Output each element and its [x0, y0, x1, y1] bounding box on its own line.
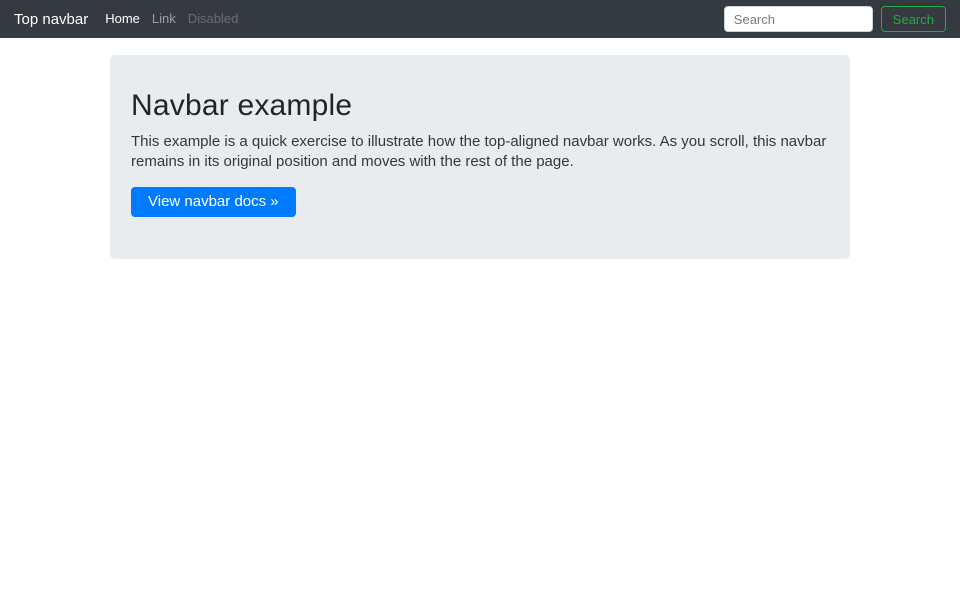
navbar-links: Home Link Disabled	[99, 10, 244, 28]
nav-link-link[interactable]: Link	[146, 11, 182, 26]
main-container: Navbar example This example is a quick e…	[110, 55, 850, 259]
navbar-brand[interactable]: Top navbar	[14, 11, 88, 28]
nav-link-disabled: Disabled	[187, 11, 239, 26]
search-button[interactable]: Search	[880, 6, 946, 32]
jumbotron: Navbar example This example is a quick e…	[110, 55, 850, 259]
top-navbar: Top navbar Home Link Disabled Search	[0, 0, 960, 38]
page-title: Navbar example	[131, 89, 353, 122]
nav-link-home[interactable]: Home	[99, 11, 146, 26]
intro-paragraph: This example is a quick exercise to illu…	[131, 133, 827, 170]
search-input[interactable]	[723, 6, 873, 32]
view-navbar-docs-button[interactable]: View navbar docs »	[131, 187, 296, 217]
